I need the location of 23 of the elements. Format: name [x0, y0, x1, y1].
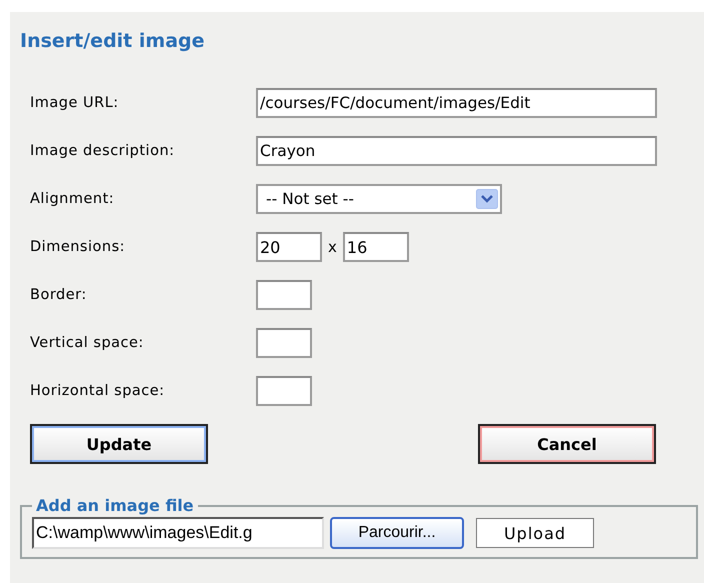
number-field[interactable] [256, 376, 312, 406]
cancel-button[interactable]: Cancel [478, 424, 656, 464]
file-path-field[interactable]: C:\wamp\www\images\Edit.g [32, 517, 324, 549]
field-label: Border: [30, 287, 88, 303]
dialog-title: Insert/edit image [20, 30, 206, 54]
fieldset-legend: Add an image file [32, 496, 198, 515]
number-field[interactable] [256, 328, 312, 358]
dimension-separator: x [328, 238, 337, 256]
field-label: Horizontal space: [30, 383, 166, 399]
field-label: Dimensions: [30, 239, 126, 255]
text-field[interactable]: /courses/FC/document/images/Edit [256, 88, 657, 118]
alignment-dropdown[interactable]: -- Not set -- [256, 184, 502, 214]
browse-button[interactable]: Parcourir... [330, 517, 464, 549]
upload-button[interactable]: Upload [476, 518, 594, 548]
text-field[interactable]: Crayon [256, 136, 657, 166]
field-label: Image URL: [30, 95, 120, 111]
width-field[interactable]: 20 [256, 232, 322, 262]
field-label: Alignment: [30, 191, 116, 207]
field-label: Image description: [30, 143, 176, 159]
height-field[interactable]: 16 [342, 232, 409, 262]
number-field[interactable] [256, 280, 312, 310]
field-label: Vertical space: [30, 335, 145, 351]
update-button[interactable]: Update [30, 424, 208, 464]
